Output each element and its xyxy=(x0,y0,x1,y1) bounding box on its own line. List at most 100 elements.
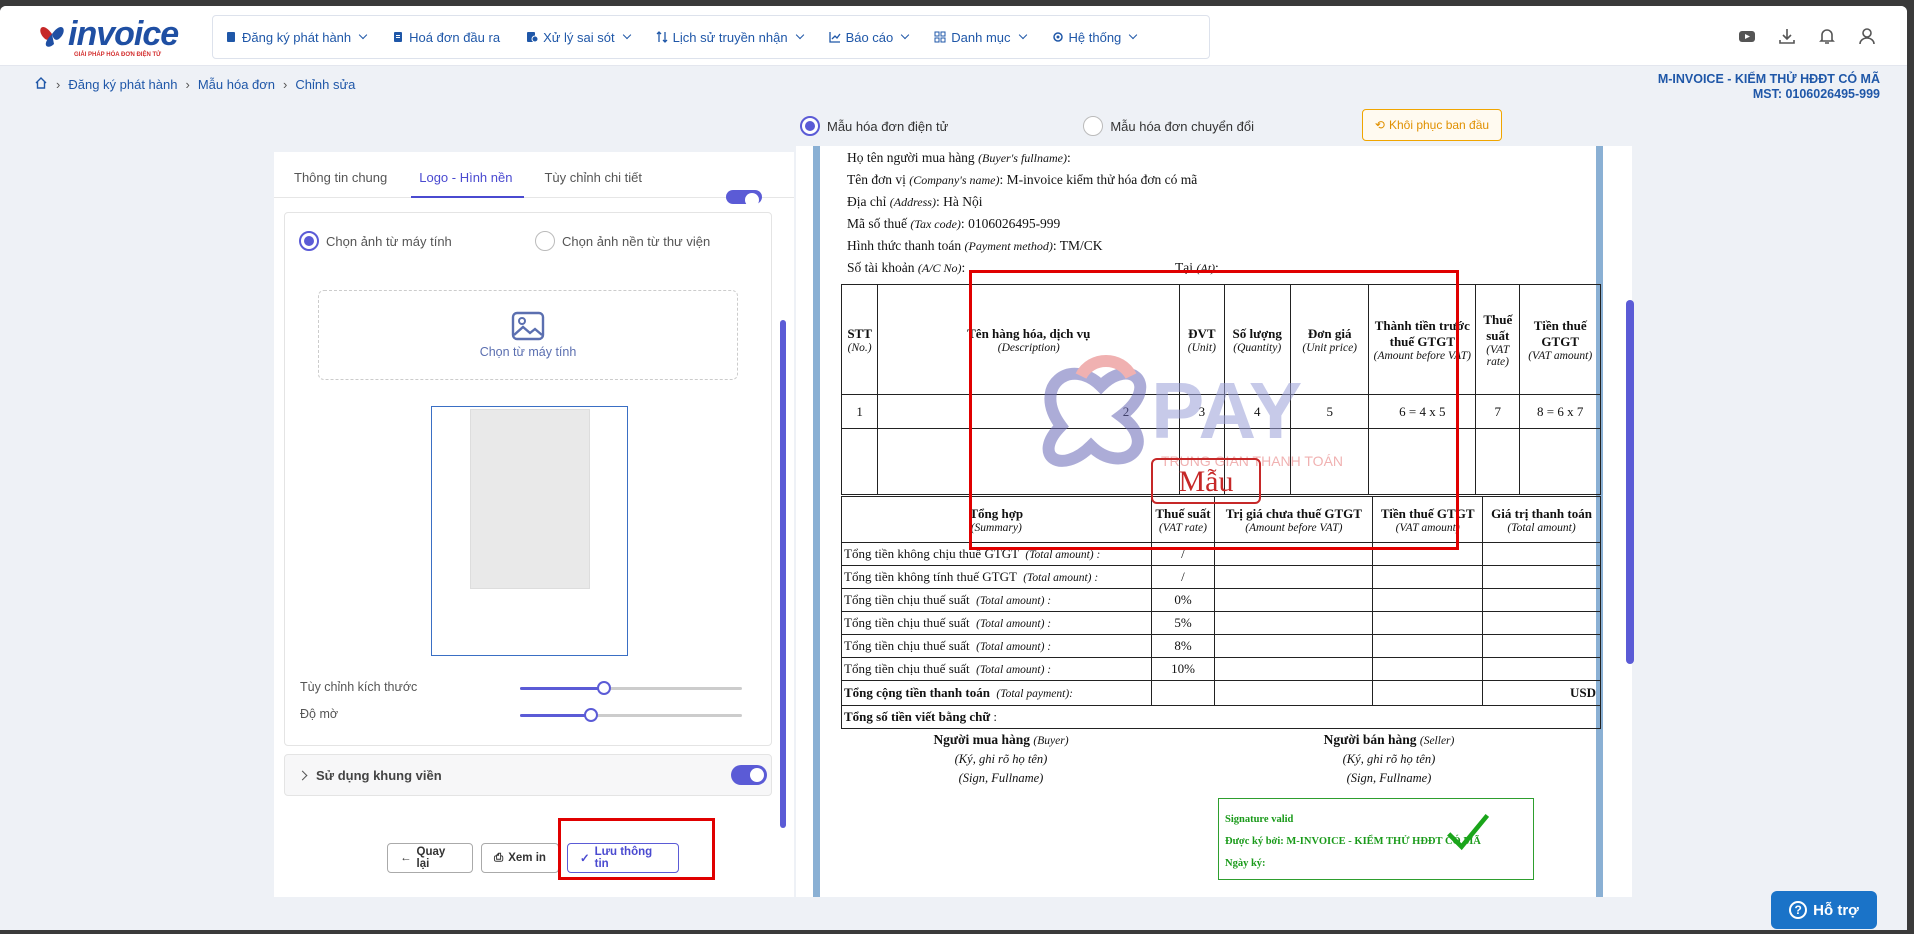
tab-detail-custom[interactable]: Tùy chỉnh chi tiết xyxy=(536,152,654,197)
restore-default-button[interactable]: ⟲ Khôi phục ban đầu xyxy=(1362,109,1502,141)
breadcrumb-item[interactable]: Đăng ký phát hành xyxy=(68,77,177,92)
chart-icon xyxy=(828,32,841,43)
bg-option-computer[interactable]: Chọn ảnh từ máy tính xyxy=(299,231,452,251)
size-slider-fill xyxy=(520,687,605,690)
sample-stamp: Mẫu xyxy=(1151,458,1261,504)
gear-icon xyxy=(1052,32,1063,42)
tab-general-info[interactable]: Thông tin chung xyxy=(286,152,399,197)
invoice-border-left xyxy=(813,146,820,897)
save-label: Lưu thông tin xyxy=(594,846,653,870)
nav-bao-cao[interactable]: Báo cáo xyxy=(828,29,910,45)
col-header: Đơn giá (Unit price) xyxy=(1289,284,1370,395)
empty-cell xyxy=(1372,588,1484,612)
summary-rate: 10% xyxy=(1150,657,1216,681)
buyer-signature-block: Người mua hàng (Buyer) (Ký, ghi rõ họ tê… xyxy=(933,732,1069,785)
seller-signature-block: Người bán hàng (Seller) (Ký, ghi rõ họ t… xyxy=(1323,732,1455,785)
nav-xu-ly-sai-sot[interactable]: Xử lý sai sót xyxy=(526,29,631,45)
table-header-row: STT (No.) Tên hàng hóa, dịch vụ (Descripti… xyxy=(840,284,1601,395)
header-actions xyxy=(1737,26,1877,46)
logo-toggle[interactable] xyxy=(726,190,762,207)
col-header: ĐVT (Unit) xyxy=(1179,284,1225,395)
col-header: Thuế suất (VAT rate) xyxy=(1475,284,1521,395)
opacity-slider-handle[interactable] xyxy=(584,708,599,722)
file-icon xyxy=(227,32,235,42)
index-cell: 6 = 4 x 5 xyxy=(1368,394,1477,429)
radio-electronic-template[interactable] xyxy=(800,116,820,136)
index-row: 1 2 3 4 5 6 = 4 x 5 7 8 = 6 x 7 xyxy=(840,394,1601,429)
col-header: Tiền thuế GTGT (VAT amount) xyxy=(1519,284,1601,395)
frame-border-section[interactable]: Sử dụng khung viền xyxy=(284,754,772,796)
top-header: invoice GIẢI PHÁP HÓA ĐƠN ĐIỆN TỬ Đăng k… xyxy=(0,6,1907,66)
logo-text: invoice xyxy=(68,15,179,53)
chevron-down-icon xyxy=(1129,30,1138,40)
size-slider[interactable] xyxy=(520,681,742,695)
empty-cell xyxy=(1214,657,1374,681)
buyer-name-line: Họ tên người mua hàng (Buyer's fullname)… xyxy=(847,150,1071,165)
col-header: Thành tiền trước thuế GTGT (Amount before… xyxy=(1368,284,1477,395)
help-button[interactable]: ? Hỗ trợ xyxy=(1771,891,1877,929)
index-cell: 1 xyxy=(840,394,879,429)
home-icon[interactable] xyxy=(34,76,48,93)
settings-panel: Thông tin chung Logo - Hình nền Tùy chỉn… xyxy=(274,152,794,897)
summary-label: Tổng tiền không tính thuế GTGT (Total am… xyxy=(841,565,1152,589)
summary-rate: / xyxy=(1150,542,1216,566)
app-logo[interactable]: invoice GIẢI PHÁP HÓA ĐƠN ĐIỆN TỬ xyxy=(34,15,179,58)
breadcrumb-item[interactable]: Mẫu hóa đơn xyxy=(198,77,275,92)
nav-dang-ky-phat-hanh[interactable]: Đăng ký phát hành xyxy=(225,30,368,45)
back-button[interactable]: ← Quay lại xyxy=(387,843,473,873)
nav-label: Lịch sử truyền nhận xyxy=(672,29,788,45)
nav-he-thong[interactable]: Hệ thống xyxy=(1052,29,1138,45)
nav-label: Báo cáo xyxy=(845,29,894,45)
save-button[interactable]: ✓ Lưu thông tin xyxy=(567,843,679,873)
index-cell: 8 = 6 x 7 xyxy=(1519,394,1601,429)
size-slider-row: Tùy chỉnh kích thước xyxy=(300,680,742,695)
summary-row: Tổng tiền chịu thuế suất (Total amount) … xyxy=(841,634,1601,658)
opacity-slider[interactable] xyxy=(520,708,742,722)
company-line: Tên đơn vị (Company's name): M-invoice k… xyxy=(847,172,1198,187)
nav-label: Xử lý sai sót xyxy=(543,29,615,45)
summary-table: Tổng hợp (Summary) Thuế suất (VAT rate) Tr… xyxy=(841,496,1601,729)
summary-rate: 5% xyxy=(1150,611,1216,635)
frame-toggle[interactable] xyxy=(731,765,767,785)
preview-page xyxy=(470,409,590,589)
frame-label: Sử dụng khung viền xyxy=(316,767,442,783)
summary-rate: 0% xyxy=(1150,588,1216,612)
empty-cell xyxy=(1214,565,1374,589)
invoice-page: Họ tên người mua hàng (Buyer's fullname)… xyxy=(831,146,1601,897)
at-line: Tại (At): xyxy=(1175,260,1219,275)
empty-cell xyxy=(1475,428,1521,495)
nav-label: Hệ thống xyxy=(1068,29,1122,45)
nav-label: Hoá đơn đầu ra xyxy=(409,29,501,45)
upload-dropzone[interactable]: Chọn từ máy tính xyxy=(318,290,738,380)
nav-hoa-don-dau-ra[interactable]: Hoá đơn đầu ra xyxy=(392,30,500,45)
breadcrumb: › Đăng ký phát hành › Mẫu hóa đơn › Chỉn… xyxy=(34,76,355,93)
nav-danh-muc[interactable]: Danh mục xyxy=(934,30,1027,45)
empty-cell xyxy=(840,428,879,495)
print-preview-button[interactable]: ⎙ Xem in xyxy=(481,843,559,873)
breadcrumb-separator-icon: › xyxy=(56,77,61,92)
payment-line: Hình thức thanh toán (Payment method): T… xyxy=(847,238,1103,253)
youtube-icon[interactable] xyxy=(1737,26,1757,46)
empty-cell xyxy=(1482,634,1601,658)
printer-icon: ⎙ xyxy=(494,851,504,864)
bell-icon[interactable] xyxy=(1817,26,1837,46)
tab-logo-background[interactable]: Logo - Hình nền xyxy=(411,152,525,198)
download-icon[interactable] xyxy=(1777,26,1797,46)
index-cell: 2 xyxy=(877,394,1181,429)
user-icon[interactable] xyxy=(1857,26,1877,46)
breadcrumb-separator-icon: › xyxy=(185,77,190,92)
bg-option-library[interactable]: Chọn ảnh nền từ thư viện xyxy=(535,231,710,251)
nav-lich-su-truyen-nhan[interactable]: Lịch sử truyền nhận xyxy=(656,29,804,45)
bg-option-label: Chọn ảnh từ máy tính xyxy=(326,233,452,249)
summary-row: Tổng tiền chịu thuế suất (Total amount) … xyxy=(841,657,1601,681)
breadcrumb-item[interactable]: Chỉnh sửa xyxy=(295,77,355,92)
signature-date: Ngày ký: xyxy=(1225,858,1266,869)
address-line: Địa chỉ (Address): Hà Nội xyxy=(847,194,983,209)
company-info: M-INVOICE - KIỂM THỬ HĐĐT CÓ MÃ MST: 010… xyxy=(1658,72,1880,102)
summary-label: Tổng tiền chịu thuế suất (Total amount) … xyxy=(841,611,1152,635)
arrow-left-icon: ← xyxy=(400,852,412,864)
preview-scrollbar[interactable] xyxy=(1626,300,1634,664)
settings-scrollbar[interactable] xyxy=(780,320,786,828)
summary-col-header: Giá trị thanh toán (Total amount) xyxy=(1482,496,1601,543)
radio-converted-template[interactable] xyxy=(1083,116,1104,136)
